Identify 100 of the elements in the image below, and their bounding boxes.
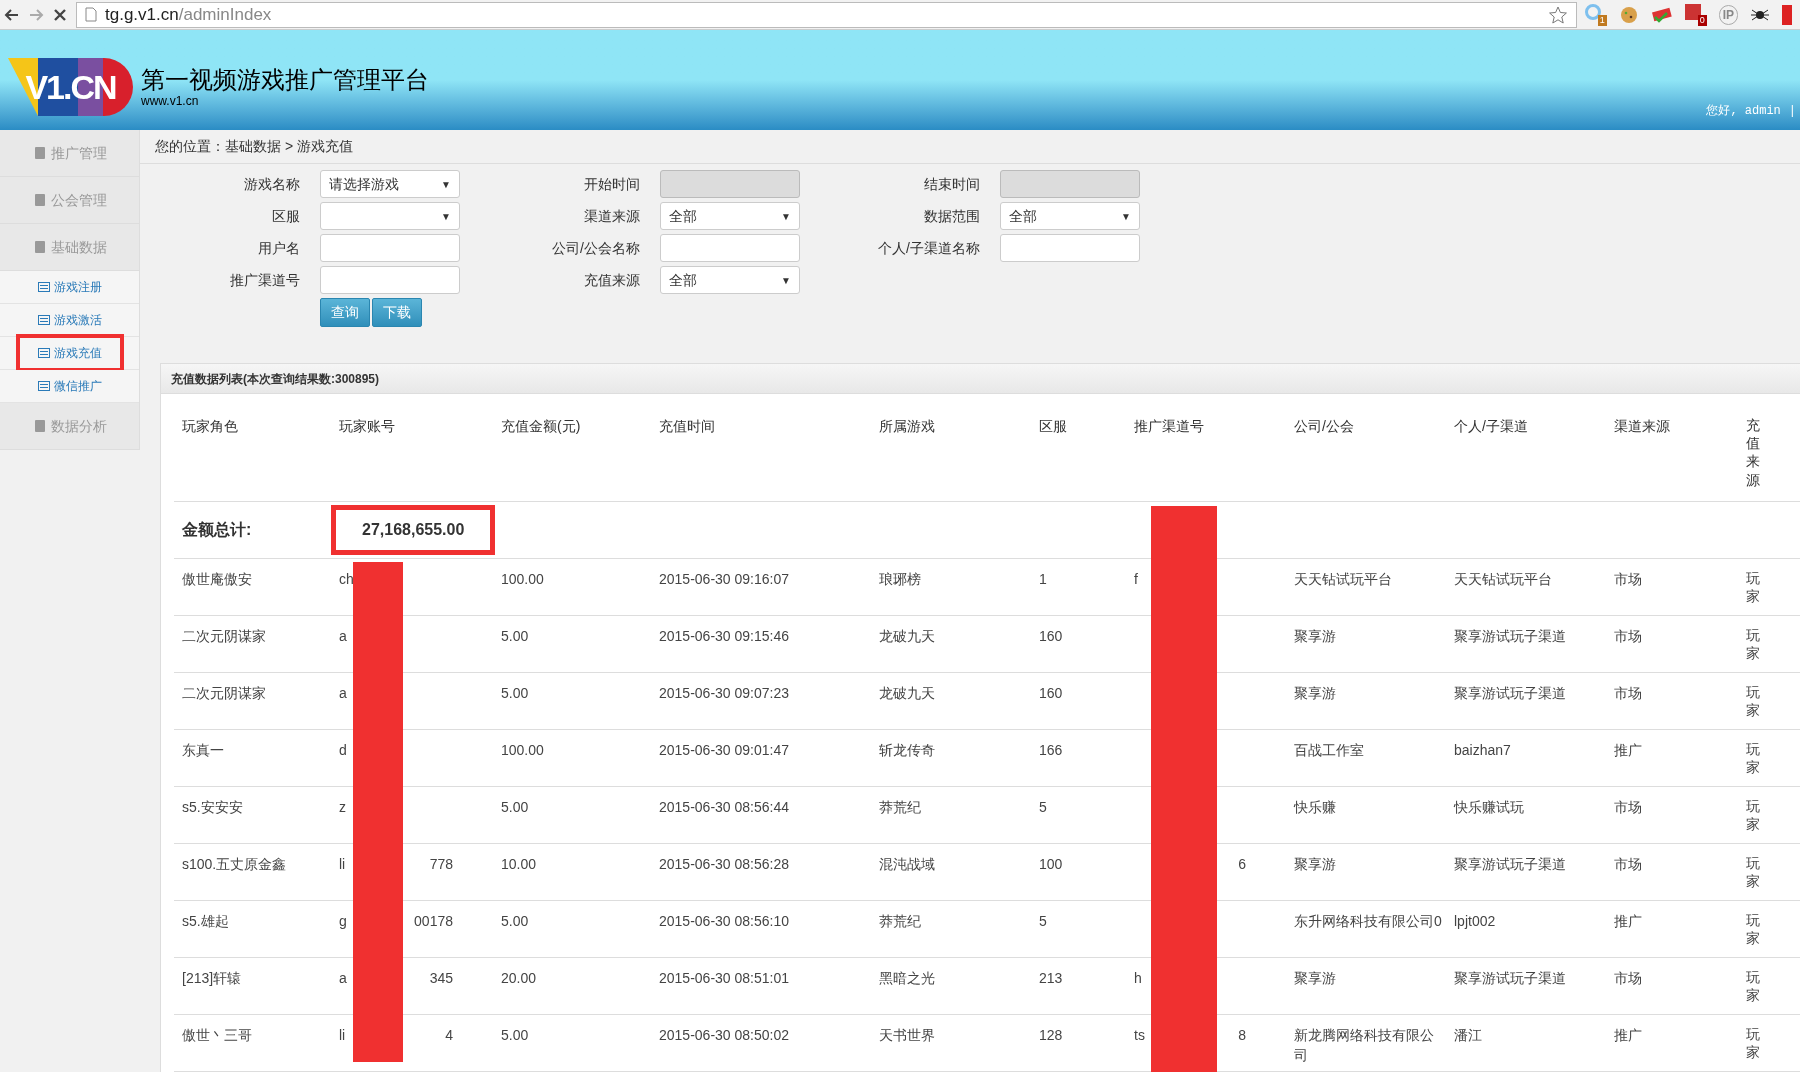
table-cell-text: 160: [1038, 627, 1064, 646]
partial-text: 778: [429, 855, 453, 874]
input-field[interactable]: [320, 266, 460, 294]
partial-text: g: [339, 912, 347, 931]
table-cell-text: s100.五丈原金鑫: [181, 855, 288, 874]
filter-label: 开始时间: [583, 174, 640, 194]
total-value: 27,168,655.00: [331, 505, 496, 555]
partial-text: 4: [445, 1026, 453, 1045]
address-bar[interactable]: tg.g.v1.cn/adminIndex: [76, 1, 1577, 28]
partial-text: z: [339, 798, 346, 817]
table-cell: 玩家: [1746, 968, 1760, 1005]
action-button[interactable]: 下载: [372, 298, 422, 327]
select-field[interactable]: 请选择游戏 ▼: [320, 170, 460, 198]
table-cell-text: 琅琊榜: [878, 570, 922, 589]
table-cell-text: 5: [1038, 912, 1048, 931]
caret-icon: ▼: [781, 208, 791, 224]
filter-label: 充值来源: [583, 270, 640, 290]
table-cell-text: 市场: [1613, 684, 1643, 703]
table-cell-text: 龙破九天: [878, 627, 936, 646]
table-cell-text: 100: [1038, 855, 1064, 874]
filter-label: 渠道来源: [583, 206, 640, 226]
table-cell-text: 166: [1038, 741, 1064, 760]
table-cell-text: 5.00: [500, 627, 530, 646]
table-cell-text: [213]轩辕: [181, 969, 243, 988]
column-header: 玩家账号: [338, 417, 396, 436]
filter-label: 区服: [271, 206, 300, 226]
table-cell-text: 推广: [1613, 741, 1643, 760]
caret-icon: ▼: [441, 208, 451, 224]
page-icon: [85, 7, 97, 22]
input-field[interactable]: [1000, 234, 1140, 262]
list-icon: [37, 282, 50, 292]
column-header: 所属游戏: [878, 417, 936, 436]
table-cell-text: 5.00: [500, 912, 530, 931]
table-cell: 玩家: [1746, 626, 1760, 663]
table-cell-text: 2015-06-30 09:01:47: [658, 741, 790, 760]
cookie-icon[interactable]: [1618, 4, 1639, 25]
select-field[interactable]: 全部 ▼: [1000, 202, 1140, 230]
table-cell-text: 推广: [1613, 1026, 1643, 1045]
caret-icon: ▼: [1121, 208, 1131, 224]
table-cell-text: 傲世庵傲安: [181, 570, 253, 589]
table-cell-text: 20.00: [500, 969, 538, 988]
table-cell-text: 213: [1038, 969, 1064, 988]
sidebar-section[interactable]: 推广管理: [0, 130, 139, 177]
table-cell-text: baizhan7: [1453, 741, 1512, 760]
column-header: 公司/公会: [1293, 417, 1355, 436]
table-cell-text: 东升网络科技有限公司0: [1293, 912, 1443, 931]
filter-label: 推广渠道号: [229, 270, 300, 290]
table-cell-text: s5.安安安: [181, 798, 244, 817]
input-field[interactable]: [320, 234, 460, 262]
table-cell-text: 聚享游试玩子渠道: [1453, 969, 1567, 988]
table-cell-text: 二次元阴谋家: [181, 627, 267, 646]
table-cell-text: 5: [1038, 798, 1048, 817]
select-field[interactable]: 全部 ▼: [660, 266, 800, 294]
select-field[interactable]: ▼: [320, 202, 460, 230]
table-cell-text: 2015-06-30 08:56:28: [658, 855, 790, 874]
table-cell-text: 2015-06-30 09:15:46: [658, 627, 790, 646]
table-cell-text: 100.00: [500, 570, 545, 589]
panel-header: 充值数据列表(本次查询结果数:300895): [161, 363, 1800, 394]
column-header: 玩家角色: [181, 417, 239, 436]
partial-text: h: [1134, 969, 1142, 988]
sidebar-section[interactable]: 基础数据: [0, 224, 139, 271]
column-header: 区服: [1038, 417, 1068, 436]
table-cell: 玩家: [1746, 569, 1760, 606]
table-cell-text: 市场: [1613, 798, 1643, 817]
table-cell-text: 市场: [1613, 627, 1643, 646]
column-header: 充值时间: [658, 417, 716, 436]
filter-label: 结束时间: [923, 174, 980, 194]
sidebar-section[interactable]: 公会管理: [0, 177, 139, 224]
table-cell-text: 2015-06-30 08:56:44: [658, 798, 790, 817]
back-icon[interactable]: [4, 6, 20, 23]
table-cell-text: 莽荒纪: [878, 798, 922, 817]
column-header: 充值来源: [1746, 416, 1760, 489]
table-cell: 玩家: [1746, 797, 1760, 834]
star-icon[interactable]: [1547, 4, 1568, 25]
select-field[interactable]: 全部 ▼: [660, 202, 800, 230]
section-icon: [32, 240, 47, 254]
list-icon: [37, 381, 50, 391]
section-icon: [32, 146, 47, 160]
forward-icon[interactable]: [28, 6, 44, 23]
table-cell-text: 聚享游试玩子渠道: [1453, 855, 1567, 874]
action-button[interactable]: 查询: [320, 298, 370, 327]
sidebar-section[interactable]: 数据分析: [0, 403, 139, 450]
section-icon: [32, 193, 47, 207]
partial-text: 345: [429, 969, 453, 988]
filter-label: 游戏名称: [243, 174, 300, 194]
table-cell-text: 5.00: [500, 684, 530, 703]
table-cell-text: 聚享游: [1293, 855, 1337, 874]
table-cell-text: 推广: [1613, 912, 1643, 931]
table-cell-text: 5.00: [500, 1026, 530, 1045]
table-cell-text: 天天钻试玩平台: [1453, 570, 1553, 589]
partial-text: 6: [1238, 855, 1246, 874]
table-cell-text: 2015-06-30 09:16:07: [658, 570, 790, 589]
input-field[interactable]: [660, 234, 800, 262]
table-cell-text: 聚享游: [1293, 969, 1337, 988]
site-title: 第一视频游戏推广管理平台: [141, 66, 429, 94]
table-cell-text: 东真一: [181, 741, 225, 760]
table-cell-text: 二次元阴谋家: [181, 684, 267, 703]
table-cell-text: 快乐赚试玩: [1452, 798, 1525, 817]
filter-label: 用户名: [257, 238, 300, 258]
list-icon: [37, 315, 50, 325]
